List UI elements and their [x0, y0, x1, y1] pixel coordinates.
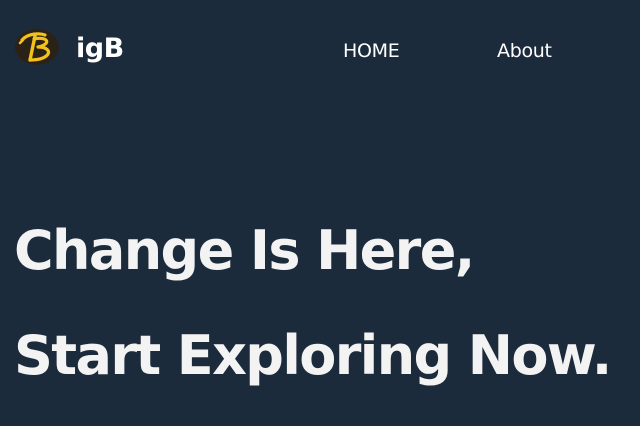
site-header: igB HOME About: [0, 0, 640, 100]
main-nav: HOME About: [0, 38, 640, 64]
nav-about-link[interactable]: About: [497, 38, 552, 64]
landing-page: igB HOME About Change Is Here, Start Exp…: [0, 0, 640, 426]
hero-headline-line-1: Change Is Here,: [14, 219, 475, 282]
nav-home-link[interactable]: HOME: [343, 38, 400, 64]
hero-headline-line-2: Start Exploring Now.: [14, 324, 612, 387]
